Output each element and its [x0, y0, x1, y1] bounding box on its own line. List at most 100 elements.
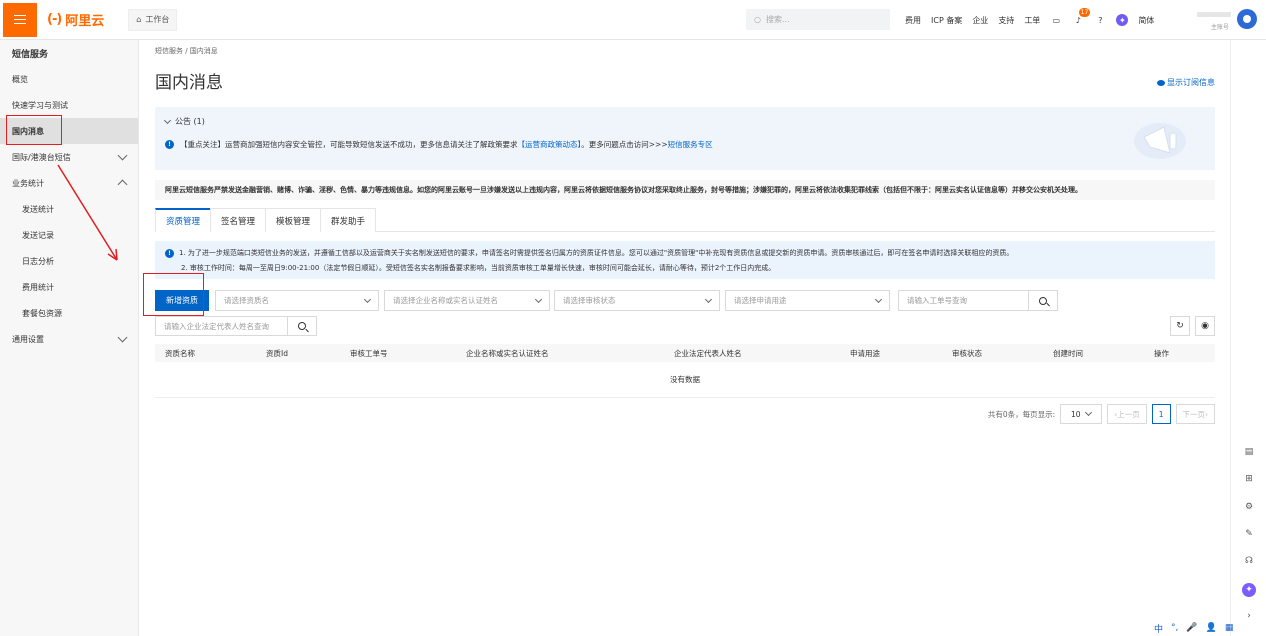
sidebar-item-international[interactable]: 国际/港澳台短信: [0, 144, 138, 170]
avatar[interactable]: [1237, 9, 1257, 29]
ime-punct-icon[interactable]: °,: [1171, 623, 1178, 633]
search-icon: [1039, 296, 1047, 305]
column-header: 审核工单号: [350, 349, 388, 358]
qualification-name-select[interactable]: 请选择资质名: [215, 290, 379, 311]
chevron-down-icon: [704, 295, 713, 303]
chevron-down-icon: [363, 295, 372, 303]
column-header: 申请用途: [850, 349, 880, 358]
column-header: 企业名称或实名认证姓名: [466, 349, 549, 358]
annotation-box-sidebar: [6, 115, 62, 145]
sidebar-item-fee-stats[interactable]: 费用统计: [0, 274, 138, 300]
next-page-button[interactable]: 下一页 ›: [1175, 404, 1215, 424]
refresh-icon: ↻: [1176, 321, 1184, 331]
home-icon: ⌂: [136, 15, 142, 24]
review-status-select[interactable]: 请选择审核状态: [554, 290, 720, 311]
nav-ticket[interactable]: 工单: [1024, 15, 1040, 26]
legal-rep-input[interactable]: 请输入企业法定代表人姓名查询: [155, 316, 288, 336]
eye-icon: [1157, 79, 1165, 86]
help-icon[interactable]: ?: [1094, 14, 1106, 26]
language-switch[interactable]: 简体: [1138, 15, 1154, 26]
global-search-input[interactable]: ○ 搜索...: [746, 9, 890, 30]
page-size-select[interactable]: 10: [1060, 404, 1103, 424]
chevron-down-icon: [117, 150, 128, 161]
chevron-right-icon[interactable]: ›: [1243, 610, 1255, 622]
ticket-search-button[interactable]: [1028, 290, 1058, 311]
chevron-down-icon: [874, 295, 883, 303]
tab-bulk-send[interactable]: 群发助手: [320, 208, 377, 232]
sidebar-item-log-analysis[interactable]: 日志分析: [0, 248, 138, 274]
sidebar-title: 短信服务: [12, 49, 49, 60]
search-icon: ○: [754, 15, 761, 24]
breadcrumb: 短信服务 / 国内消息: [155, 47, 218, 55]
terminal-icon[interactable]: ▭: [1050, 14, 1062, 26]
policy-link[interactable]: 【运营商政策动态】: [518, 140, 582, 149]
main-content: 短信服务 / 国内消息 国内消息 显示订阅信息 公告 (1) ! 【重点关注】运…: [140, 40, 1230, 636]
chip-icon[interactable]: ⊞: [1243, 473, 1255, 485]
tab-bar: 资质管理 签名管理 模板管理 群发助手: [155, 208, 1215, 232]
assistant-icon[interactable]: ✦: [1242, 583, 1256, 597]
ticket-number-input[interactable]: 请输入工单号查询: [898, 290, 1029, 311]
ime-toolbar: 中 °, 🎤 👤 ▦: [1154, 620, 1233, 636]
column-header: 资质Id: [266, 349, 288, 358]
chevron-down-icon: [163, 116, 172, 124]
purpose-select[interactable]: 请选择申请用途: [725, 290, 890, 311]
menu-icon[interactable]: [3, 2, 37, 37]
nav-fees[interactable]: 费用: [905, 15, 921, 26]
sidebar-item-send-stats[interactable]: 发送统计: [0, 196, 138, 222]
qualification-table: 资质名称 资质Id 审核工单号 企业名称或实名认证姓名 企业法定代表人姓名 申请…: [155, 344, 1215, 398]
column-header: 审核状态: [952, 349, 982, 358]
grid-icon[interactable]: ▦: [1225, 623, 1234, 633]
microphone-icon[interactable]: 🎤: [1186, 623, 1197, 633]
announcement-toggle[interactable]: 公告 (1): [163, 116, 205, 127]
nav-support[interactable]: 支持: [998, 15, 1014, 26]
column-header: 资质名称: [165, 349, 195, 358]
sms-zone-link[interactable]: 短信服务专区: [668, 140, 713, 149]
legal-rep-search-button[interactable]: [287, 316, 317, 336]
sidebar-item-overview[interactable]: 概览: [0, 66, 138, 92]
column-header: 企业法定代表人姓名: [674, 349, 742, 358]
tab-template[interactable]: 模板管理: [265, 208, 322, 232]
bell-icon[interactable]: ♪ 17: [1072, 8, 1091, 26]
chevron-up-icon: [117, 179, 128, 190]
company-name-select[interactable]: 请选择企业名称或实名认证姓名: [384, 290, 550, 311]
headset-icon[interactable]: ☊: [1243, 555, 1255, 567]
sidebar-item-packages[interactable]: 套餐包资源: [0, 300, 138, 326]
tab-signature[interactable]: 签名管理: [210, 208, 267, 232]
notification-badge: 17: [1078, 8, 1091, 17]
tab-qualification[interactable]: 资质管理: [155, 208, 212, 232]
column-settings-button[interactable]: ◉: [1195, 316, 1215, 336]
right-rail: ▤ ⊞ ⚙ ✎ ☊ ✦ ›: [1230, 40, 1266, 636]
subscribe-info-link[interactable]: 显示订阅信息: [1157, 77, 1215, 88]
workbench-button[interactable]: ⌂ 工作台: [128, 8, 178, 31]
nav-enterprise[interactable]: 企业: [972, 15, 988, 26]
nav-icp[interactable]: ICP 备案: [931, 15, 962, 26]
page-1-button[interactable]: 1: [1151, 404, 1171, 424]
edit-icon[interactable]: ✎: [1243, 528, 1255, 540]
compliance-warning: 阿里云短信服务严禁发送金融营销、赌博、诈骗、淫秽、色情、暴力等违规信息。如您的阿…: [155, 180, 1215, 200]
user-icon[interactable]: 👤: [1206, 623, 1217, 633]
announcement-panel: 公告 (1) ! 【重点关注】运营商加强短信内容安全管控，可能导致短信发送不成功…: [155, 107, 1215, 170]
info-icon: !: [165, 140, 174, 149]
eye-icon: ◉: [1201, 321, 1209, 331]
prev-page-button[interactable]: ‹ 上一页: [1107, 404, 1147, 424]
ime-mode-icon[interactable]: 中: [1154, 622, 1163, 635]
document-icon[interactable]: ▤: [1243, 446, 1255, 458]
refresh-button[interactable]: ↻: [1170, 316, 1190, 336]
top-nav: 费用 ICP 备案 企业 支持 工单 ▭ ♪ 17 ? ✦ 简体: [905, 0, 1154, 40]
sidebar-item-send-records[interactable]: 发送记录: [0, 222, 138, 248]
assistant-icon[interactable]: ✦: [1116, 14, 1129, 26]
announcement-text: ! 【重点关注】运营商加强短信内容安全管控，可能导致短信发送不成功，更多信息请关…: [165, 139, 713, 150]
chevron-down-icon: [1085, 408, 1093, 417]
page-title: 国内消息: [155, 73, 223, 93]
chevron-down-icon: [117, 332, 128, 343]
sidebar-item-settings[interactable]: 通用设置: [0, 326, 138, 352]
chevron-down-icon: [534, 295, 543, 303]
empty-state: 没有数据: [155, 362, 1215, 398]
aliyun-logo[interactable]: (-) 阿里云: [47, 10, 104, 29]
sidebar-item-statistics[interactable]: 业务统计: [0, 170, 138, 196]
annotation-box-add-button: [143, 273, 204, 316]
table-header: 资质名称 资质Id 审核工单号 企业名称或实名认证姓名 企业法定代表人姓名 申请…: [155, 344, 1215, 362]
column-header: 操作: [1154, 349, 1169, 358]
gear-icon[interactable]: ⚙: [1243, 501, 1255, 513]
account-name-redacted: [1197, 12, 1231, 17]
